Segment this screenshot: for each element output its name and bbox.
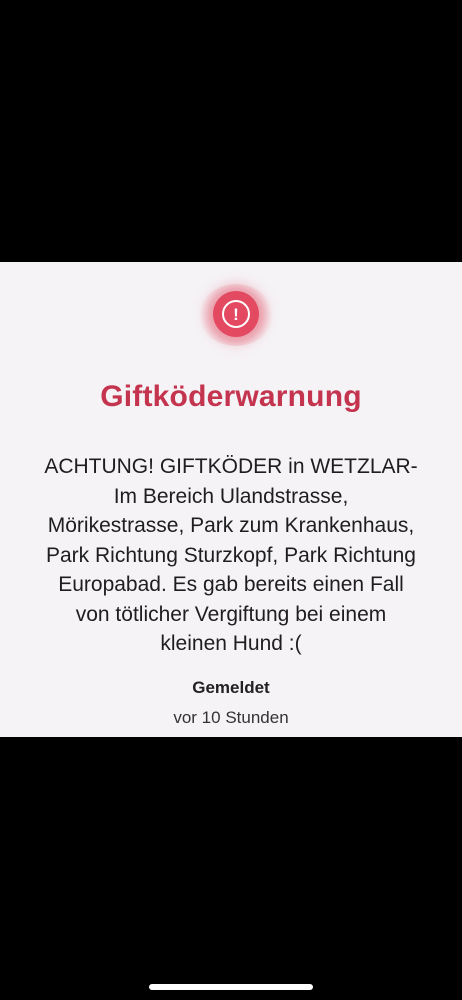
warning-title: Giftköderwarnung	[100, 380, 362, 413]
message-line: von tötlicher Vergiftung bei einem	[75, 602, 387, 626]
bottom-black-area	[0, 737, 462, 1000]
top-black-area	[0, 0, 462, 262]
message-line: Im Bereich Ulandstrasse,	[113, 484, 349, 508]
home-indicator[interactable]	[149, 984, 313, 990]
warning-message: ACHTUNG! GIFTKÖDER in WETZLAR- Im Bereic…	[8, 452, 454, 659]
message-line: Park Richtung Sturzkopf, Park Richtung	[45, 543, 416, 567]
warning-card: ! Giftköderwarnung ACHTUNG! GIFTKÖDER in…	[0, 262, 462, 737]
message-line: Europabad. Es gab bereits einen Fall	[58, 573, 404, 596]
message-line: ACHTUNG! GIFTKÖDER in WETZLAR-	[44, 455, 418, 478]
reported-time: vor 10 Stunden	[173, 708, 289, 727]
message-line: kleinen Hund :(	[160, 632, 302, 655]
reported-label: Gemeldet	[192, 678, 270, 697]
exclamation-glyph: !	[222, 300, 250, 328]
message-line: Mörikestrasse, Park zum Krankenhaus,	[47, 514, 415, 537]
exclamation-circle-icon: !	[213, 291, 259, 337]
